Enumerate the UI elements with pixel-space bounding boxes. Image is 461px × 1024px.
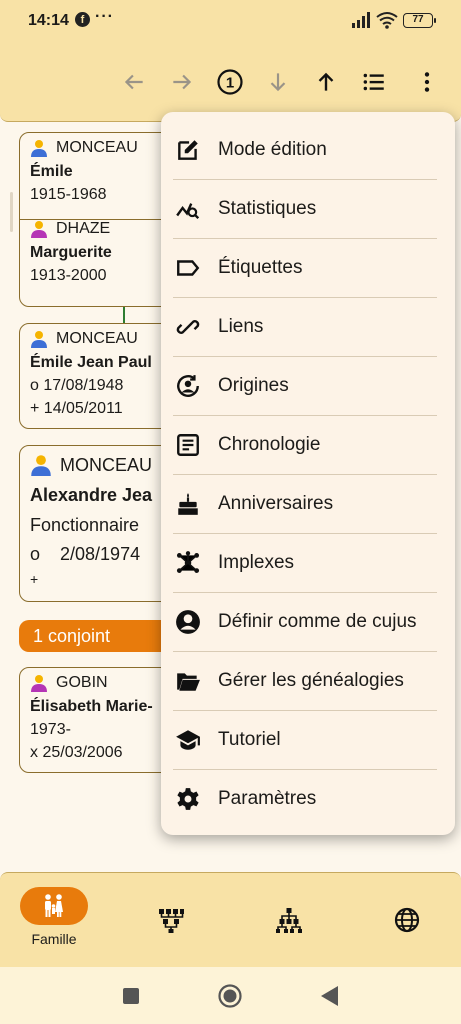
arrow-up-icon[interactable]: [310, 66, 342, 98]
back-icon[interactable]: [318, 984, 340, 1008]
menu-item-label: Définir comme de cujus: [218, 611, 417, 632]
menu-item-liens[interactable]: Liens: [161, 297, 455, 356]
arrow-down-icon[interactable]: [262, 66, 294, 98]
male-person-icon: [31, 455, 51, 476]
status-bar: 14:14 f ··· 77: [0, 0, 461, 44]
home-icon[interactable]: [217, 983, 243, 1009]
menu-item-label: Liens: [218, 316, 264, 337]
lineage-line: [123, 307, 125, 323]
female-person-icon: [31, 675, 47, 692]
person-header: MONCEAU: [30, 454, 178, 476]
menu-item-implexes[interactable]: Implexes: [161, 533, 455, 592]
menu-item-label: Mode édition: [218, 139, 327, 160]
marriage-date: x 25/03/2006: [30, 744, 123, 761]
number-one-circle-icon[interactable]: 1: [214, 66, 246, 98]
given-name: Alexandre Jea: [30, 485, 153, 505]
given-name: Marguerite: [30, 244, 112, 261]
settings-icon: [177, 788, 199, 810]
bottom-navigation: Famille: [0, 872, 461, 967]
battery-icon: 77: [403, 13, 436, 28]
menu-item-label: Tutoriel: [218, 729, 281, 750]
person-header: MONCEAU: [30, 139, 178, 157]
male-person-icon: [31, 331, 47, 348]
menu-item-anniversaires[interactable]: Anniversaires: [161, 474, 455, 533]
menu-item-parametres[interactable]: Paramètres: [161, 769, 455, 828]
menu-item-label: Implexes: [218, 552, 295, 573]
surname: MONCEAU: [56, 330, 138, 347]
male-person-icon: [31, 140, 47, 157]
given-name: Émile Jean Paul: [30, 354, 152, 371]
overflow-menu: Mode édition Statistiques Étiquettes Lie…: [161, 112, 455, 835]
family-icon: [45, 894, 63, 917]
arrow-back-icon[interactable]: [118, 66, 150, 98]
arrow-forward-icon[interactable]: [166, 66, 198, 98]
implex-icon: [176, 551, 200, 573]
list-icon[interactable]: [358, 66, 390, 98]
person-header: MONCEAU: [30, 330, 178, 348]
surname: DHAZE: [56, 220, 111, 237]
person-header: GOBIN: [30, 674, 178, 692]
menu-item-origines[interactable]: Origines: [161, 356, 455, 415]
menu-item-label: Paramètres: [218, 788, 317, 809]
menu-item-label: Statistiques: [218, 198, 317, 219]
descendant-tree-icon[interactable]: [275, 906, 303, 934]
surname: GOBIN: [56, 674, 108, 691]
system-navigation-bar: [0, 967, 461, 1024]
menu-item-chronologie[interactable]: Chronologie: [161, 415, 455, 474]
menu-item-definir-de-cujus[interactable]: Définir comme de cujus: [161, 592, 455, 651]
origins-icon: [177, 375, 199, 397]
facebook-notification-icon: f: [75, 12, 90, 27]
menu-item-mode-edition[interactable]: Mode édition: [161, 120, 455, 179]
page-badge-text: 1: [226, 75, 234, 92]
birth-date: 1973-: [30, 721, 71, 738]
surname: MONCEAU: [56, 139, 138, 156]
cake-icon: [178, 493, 198, 515]
nav-famille[interactable]: [20, 887, 88, 925]
menu-item-etiquettes[interactable]: Étiquettes: [161, 238, 455, 297]
menu-item-label: Étiquettes: [218, 257, 303, 278]
more-vert-icon[interactable]: [411, 66, 443, 98]
nav-famille-label: Famille: [31, 931, 77, 947]
school-icon: [176, 730, 200, 750]
female-person-icon: [31, 221, 47, 238]
wifi-icon: [376, 12, 398, 29]
given-name: Élisabeth Marie-: [30, 698, 153, 715]
given-name: Émile: [30, 163, 73, 180]
death-date: +: [30, 571, 39, 587]
death-date: + 14/05/2011: [30, 400, 123, 417]
ancestor-tree-icon[interactable]: [157, 906, 185, 934]
app-toolbar: 1: [0, 44, 461, 122]
menu-item-label: Chronologie: [218, 434, 321, 455]
birth-date: o 2/08/1974: [30, 544, 141, 564]
person-header: DHAZE: [30, 220, 178, 238]
menu-item-statistiques[interactable]: Statistiques: [161, 179, 455, 238]
birth-date: o 17/08/1948: [30, 377, 124, 394]
scroll-indicator: [10, 192, 13, 232]
more-notifications-icon: ···: [95, 8, 114, 25]
occupation: Fonctionnaire: [30, 515, 140, 535]
globe-icon[interactable]: [393, 906, 421, 934]
folder-open-icon: [177, 673, 200, 691]
signal-icon: [352, 12, 370, 28]
surname: MONCEAU: [60, 454, 153, 475]
stats-icon: [176, 203, 200, 220]
menu-item-gerer-genealogies[interactable]: Gérer les généalogies: [161, 651, 455, 710]
menu-item-label: Anniversaires: [218, 493, 334, 514]
status-time: 14:14: [28, 12, 69, 29]
menu-item-label: Origines: [218, 375, 289, 396]
chronology-icon: [177, 434, 199, 456]
menu-item-label: Gérer les généalogies: [218, 670, 404, 691]
life-dates: 1913-2000: [30, 267, 107, 284]
menu-item-tutoriel[interactable]: Tutoriel: [161, 710, 455, 769]
edit-icon: [178, 140, 198, 160]
life-dates: 1915-1968: [30, 186, 107, 203]
recents-icon[interactable]: [121, 986, 141, 1006]
label-icon: [177, 260, 200, 276]
link-icon: [176, 320, 200, 334]
account-circle-icon: [176, 610, 200, 634]
